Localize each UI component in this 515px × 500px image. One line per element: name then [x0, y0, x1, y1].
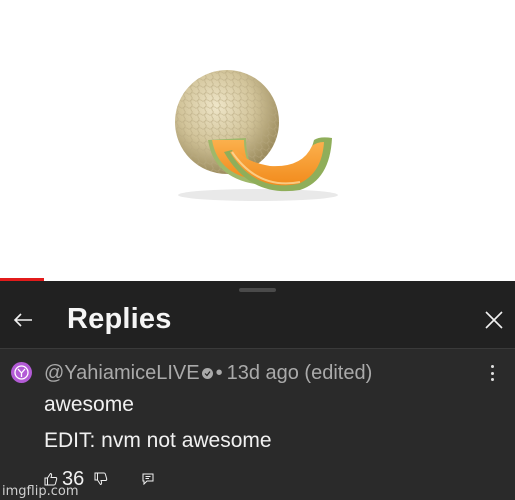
reply-comment-icon — [142, 473, 154, 485]
video-player[interactable] — [0, 0, 515, 281]
comment-text-line-1: awesome — [44, 393, 134, 416]
dislike-button[interactable] — [94, 472, 108, 486]
meta-separator: • — [215, 362, 223, 384]
avatar-logo-icon — [14, 365, 29, 380]
comment-author[interactable]: @YahiamiceLIVE — [44, 362, 200, 385]
replies-header: Replies — [0, 293, 515, 348]
comment-text-line-2: EDIT: nvm not awesome — [44, 429, 272, 452]
more-options-button[interactable] — [486, 365, 498, 381]
replies-title: Replies — [67, 303, 172, 335]
avatar[interactable] — [11, 362, 32, 383]
replies-panel: Replies @YahiamiceLIVE • 13d ago (edited… — [0, 281, 515, 500]
comment-meta: @YahiamiceLIVE • 13d ago (edited) — [44, 362, 372, 385]
comment-item: @YahiamiceLIVE • 13d ago (edited) awesom… — [0, 349, 515, 500]
arrow-left-icon — [13, 313, 32, 327]
comment-time: 13d ago (edited) — [226, 362, 373, 384]
cantaloupe-image — [175, 70, 338, 201]
close-icon — [485, 311, 503, 329]
verified-icon — [201, 368, 213, 379]
drag-handle[interactable] — [239, 288, 276, 292]
close-button[interactable] — [481, 307, 507, 333]
back-button[interactable] — [10, 307, 36, 333]
thumbs-down-icon — [94, 472, 108, 486]
reply-button[interactable] — [142, 473, 154, 485]
watermark-text: imgflip.com — [2, 484, 79, 499]
more-vert-icon — [490, 365, 494, 368]
